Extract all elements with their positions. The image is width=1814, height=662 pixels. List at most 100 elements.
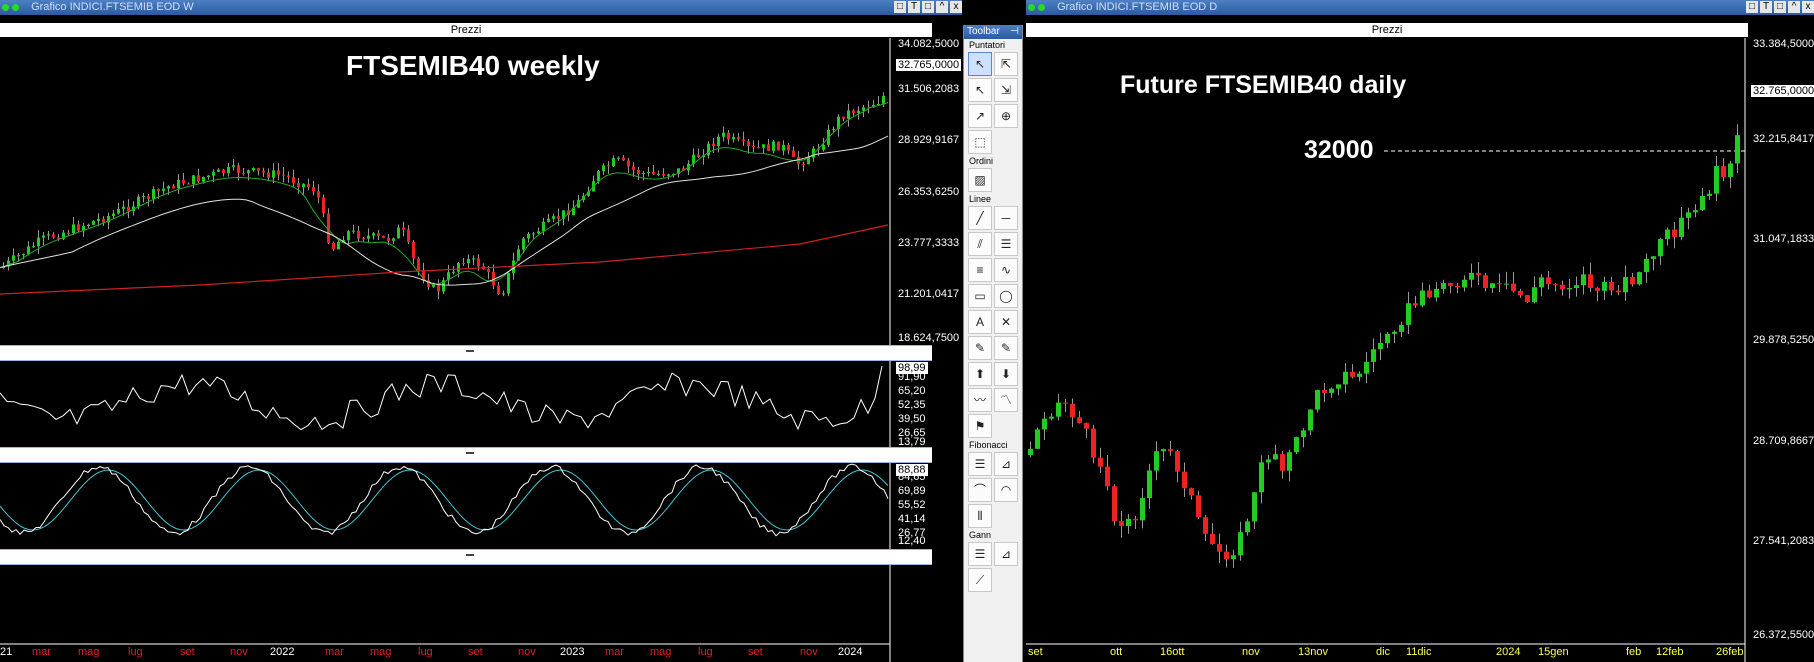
time-axis-label: 2024 (838, 646, 863, 658)
price-axis-label: 28.709,8667 (1753, 435, 1814, 447)
fibonacci-time-icon[interactable]: ⦀ (968, 504, 992, 528)
price-axis-label: 18.624,7500 (898, 332, 960, 344)
text-icon[interactable]: A (968, 310, 992, 334)
polyline-icon[interactable]: ∿ (994, 258, 1018, 282)
weekly-candle (17, 255, 20, 257)
weekly-candle (302, 183, 305, 188)
weekly-candle (157, 189, 160, 191)
weekly-candle (547, 218, 550, 222)
support-resistance-icon[interactable]: ≡ (968, 258, 992, 282)
price-axis-label: 27.541,2083 (1753, 535, 1814, 547)
panel-splitter[interactable] (0, 345, 932, 361)
fibonacci-retracement-icon[interactable]: ☰ (968, 452, 992, 476)
weekly-candle (232, 165, 235, 167)
flag-icon[interactable]: ⚑ (968, 414, 992, 438)
time-axis-label: 21 (0, 646, 13, 658)
weekly-candle (382, 235, 385, 238)
pencil-alt-icon[interactable]: ✎ (994, 336, 1018, 360)
weekly-candle (47, 234, 50, 236)
weekly-candle (277, 170, 280, 175)
weekly-candle (332, 242, 335, 250)
ellipse-icon[interactable]: ◯ (994, 284, 1018, 308)
gann-grid-icon[interactable]: ☰ (968, 542, 992, 566)
daily-candle (1665, 229, 1670, 239)
weekly-candle (322, 197, 325, 214)
fibonacci-spiral-icon[interactable]: ◠ (994, 478, 1018, 502)
daily-candle (1098, 457, 1103, 467)
weekly-candle (272, 170, 275, 178)
daily-candle (1735, 135, 1740, 164)
pin-icon[interactable]: ⊣ (1010, 25, 1019, 39)
arrow-up-icon[interactable]: ⬆ (968, 362, 992, 386)
weekly-candle (117, 208, 120, 214)
panel-splitter[interactable] (0, 549, 932, 565)
weekly-candle (632, 166, 635, 170)
time-axis-label: feb (1626, 646, 1642, 658)
pencil-icon[interactable]: ✎ (968, 336, 992, 360)
weekly-candle (467, 258, 470, 264)
weekly-candle (87, 224, 90, 227)
weekly-candle (182, 179, 185, 184)
time-axis-label: set (180, 646, 195, 658)
rectangle-icon[interactable]: ▭ (968, 284, 992, 308)
stochastic-d-line (0, 469, 889, 531)
daily-candle (1315, 390, 1320, 410)
wave-alt-icon[interactable]: 〽 (994, 388, 1018, 412)
daily-candle (1224, 551, 1229, 560)
weekly-candle (177, 179, 180, 189)
daily-candle (1378, 342, 1383, 350)
zoom-icon[interactable]: ⊕ (994, 104, 1018, 128)
time-axis-label: 15gen (1538, 646, 1569, 658)
panel-splitter[interactable] (0, 447, 932, 463)
arrow-down-icon[interactable]: ⬇ (994, 362, 1018, 386)
fibonacci-fan-icon[interactable]: ⊿ (994, 452, 1018, 476)
pointer-cross-icon[interactable]: ↗ (968, 104, 992, 128)
daily-candle (1161, 449, 1166, 452)
time-axis-label: 13nov (1298, 646, 1328, 658)
daily-candle (1077, 417, 1082, 423)
daily-candle (1462, 279, 1467, 288)
weekly-candle (712, 143, 715, 147)
weekly-candle (597, 170, 600, 182)
channel-icon[interactable]: ☰ (994, 232, 1018, 256)
daily-candle (1651, 256, 1656, 259)
weekly-candle (72, 224, 75, 234)
weekly-candle (287, 175, 290, 178)
gann-box-icon[interactable]: ⊿ (994, 542, 1018, 566)
wave-icon[interactable]: 〰 (968, 388, 992, 412)
weekly-candle (647, 171, 650, 174)
daily-candle (1630, 276, 1635, 285)
weekly-candle (767, 144, 770, 151)
trendline-icon[interactable]: ╱ (968, 206, 992, 230)
horizontal-line-icon[interactable]: ─ (994, 206, 1018, 230)
selection-box-icon[interactable]: ⬚ (968, 130, 992, 154)
daily-candle (1616, 290, 1621, 293)
rsi-line (0, 365, 883, 431)
panel-splitter-grip (466, 554, 474, 556)
pointer-select-icon[interactable]: ↖ (968, 78, 992, 102)
pointer-arrow-icon[interactable]: ↖ (968, 52, 992, 76)
weekly-candle (172, 186, 175, 189)
price-axis-label: 23.777,3333 (898, 237, 960, 249)
order-icon[interactable]: ▨ (968, 168, 992, 192)
weekly-candle (77, 224, 80, 231)
daily-candle (1105, 466, 1110, 487)
weekly-candle (312, 187, 315, 192)
daily-candle (1350, 371, 1355, 377)
panel-splitter-grip (466, 350, 474, 352)
toolbar-header[interactable]: Toolbar ⊣ (964, 25, 1022, 39)
weekly-candle (802, 164, 805, 166)
time-axis-label: 2023 (560, 646, 585, 658)
toolbar-section-lines: Linee (969, 194, 992, 204)
cross-lines-icon[interactable]: ✕ (994, 310, 1018, 334)
weekly-candle (472, 258, 475, 260)
fibonacci-arcs-icon[interactable]: ⌒ (968, 478, 992, 502)
parallel-lines-icon[interactable]: ⫽ (968, 232, 992, 256)
gann-fan-icon[interactable]: ⟋ (968, 568, 992, 592)
price-axis-label: 33.384,5000 (1753, 38, 1814, 50)
toolbar-section-fibonacci: Fibonacci (969, 440, 1008, 450)
pointer-edit-icon[interactable]: ⇱ (994, 52, 1018, 76)
stochastic-k-line (0, 463, 889, 537)
daily-candle (1252, 492, 1257, 522)
pointer-multi-icon[interactable]: ⇲ (994, 78, 1018, 102)
